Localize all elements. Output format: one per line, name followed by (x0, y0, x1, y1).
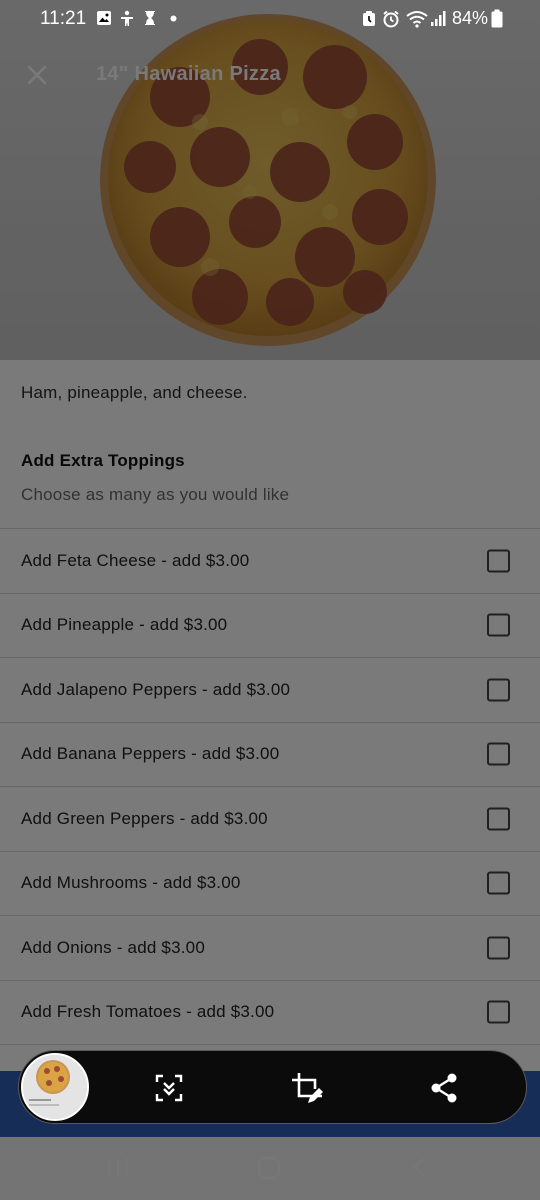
topping-option-label: Add Jalapeno Peppers - add $3.00 (21, 679, 291, 699)
battery-icon (491, 9, 503, 28)
accessibility-icon (121, 10, 133, 26)
topping-option-label: Add Banana Peppers - add $3.00 (21, 744, 280, 764)
screenshot-thumbnail[interactable] (21, 1053, 89, 1121)
screenshot-toolbar (18, 1050, 527, 1124)
pizza-hero-image (0, 0, 540, 360)
topping-checkbox[interactable] (487, 936, 510, 960)
item-title: 14" Hawaiian Pizza (96, 63, 281, 85)
topping-option-label: Add Onions - add $3.00 (21, 937, 205, 957)
topping-option-label: Add Mushrooms - add $3.00 (21, 873, 241, 893)
topping-checkbox[interactable] (487, 807, 510, 831)
back-icon[interactable] (410, 1156, 430, 1178)
topping-option-fresh-tomatoes[interactable]: Add Fresh Tomatoes - add $3.00 (0, 981, 540, 1045)
thumbnail-image (23, 1055, 87, 1119)
topping-option-label: Add Fresh Tomatoes - add $3.00 (21, 1002, 275, 1022)
topping-option-pineapple[interactable]: Add Pineapple - add $3.00 (0, 594, 540, 658)
topping-option-label: Add Feta Cheese - add $3.00 (21, 550, 250, 570)
alarm-badge-icon (363, 11, 375, 26)
topping-option-green-peppers[interactable]: Add Green Peppers - add $3.00 (0, 787, 540, 852)
topping-option-mushrooms[interactable]: Add Mushrooms - add $3.00 (0, 852, 540, 916)
topping-option-banana-peppers[interactable]: Add Banana Peppers - add $3.00 (0, 723, 540, 787)
toppings-section-title: Add Extra Toppings (21, 451, 185, 470)
topping-option-label: Add Green Peppers - add $3.00 (21, 808, 268, 828)
toppings-list: Add Feta Cheese - add $3.00 Add Pineappl… (0, 528, 540, 1045)
dot-icon (170, 15, 177, 22)
app-screen: 14" Hawaiian Pizza Ham, pineapple, and c… (0, 0, 540, 1200)
status-bar: 11:21 84% (0, 0, 540, 38)
share-icon[interactable] (427, 1071, 461, 1105)
crop-edit-icon[interactable] (290, 1071, 324, 1105)
home-icon[interactable] (257, 1156, 281, 1180)
image-icon (97, 11, 111, 25)
status-time: 11:21 (40, 8, 87, 29)
topping-option-onions[interactable]: Add Onions - add $3.00 (0, 916, 540, 981)
toppings-section-subtitle: Choose as many as you would like (21, 485, 290, 504)
signal-icon (431, 11, 446, 26)
pizza-image (100, 14, 436, 346)
topping-checkbox[interactable] (487, 678, 510, 702)
wifi-icon (406, 11, 428, 28)
alarm-clock-icon (383, 10, 399, 28)
topping-checkbox[interactable] (487, 742, 510, 766)
recents-icon[interactable] (106, 1157, 130, 1177)
close-icon[interactable] (22, 60, 52, 90)
item-description: Ham, pineapple, and cheese. (21, 383, 248, 402)
topping-option-feta-cheese[interactable]: Add Feta Cheese - add $3.00 (0, 529, 540, 594)
topping-option-jalapeno-peppers[interactable]: Add Jalapeno Peppers - add $3.00 (0, 658, 540, 723)
topping-option-label: Add Pineapple - add $3.00 (21, 615, 228, 635)
hourglass-icon (145, 11, 155, 25)
scroll-capture-icon[interactable] (152, 1071, 186, 1105)
topping-checkbox[interactable] (487, 613, 510, 637)
topping-checkbox[interactable] (487, 871, 510, 895)
topping-checkbox[interactable] (487, 1000, 510, 1024)
battery-percentage: 84% (452, 8, 489, 28)
topping-checkbox[interactable] (487, 549, 510, 573)
